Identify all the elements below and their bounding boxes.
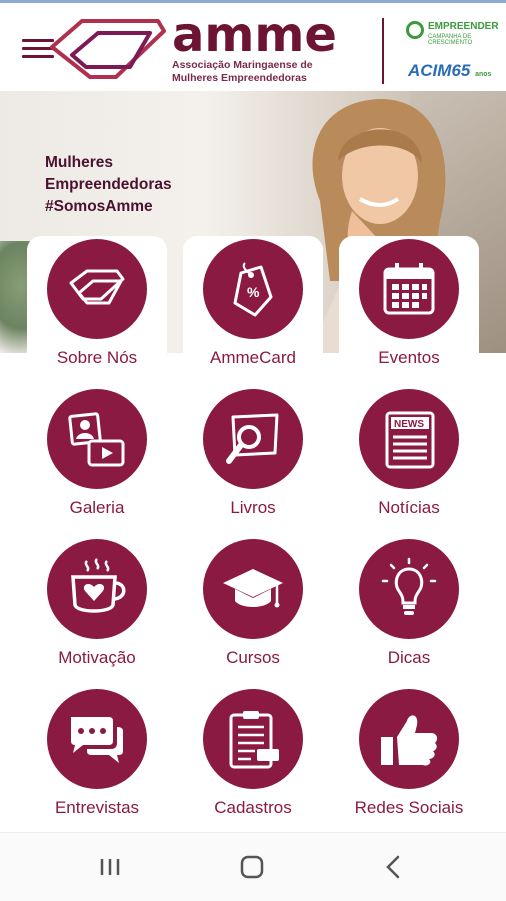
menu-item-circle: %	[203, 239, 303, 339]
brand-name: amme	[172, 7, 337, 63]
amme-logo-icon	[50, 19, 166, 79]
menu-item-circle	[203, 539, 303, 639]
acim-logo: ACIM65 anos	[408, 61, 491, 81]
menu-item-galeria[interactable]: Galeria	[19, 389, 175, 539]
acim-name: ACIM65	[408, 61, 471, 80]
recent-apps-icon	[100, 859, 120, 875]
menu-item-label: Sobre Nós	[56, 348, 138, 367]
heart-cup-icon	[71, 558, 126, 613]
menu-item-entrevistas[interactable]: Entrevistas	[19, 689, 175, 839]
menu-item-label: Eventos	[378, 348, 440, 367]
home-button[interactable]	[232, 849, 272, 885]
menu-item-noticias[interactable]: NEWS Notícias	[331, 389, 487, 539]
graduation-cap-icon	[223, 569, 283, 608]
menu-item-circle	[203, 389, 303, 489]
back-chevron-icon	[386, 855, 400, 879]
menu-item-cadastros[interactable]: Cadastros	[175, 689, 331, 839]
empreender-ring-icon	[406, 21, 424, 39]
menu-item-circle	[47, 689, 147, 789]
menu-item-label: Dicas	[387, 648, 431, 667]
empreender-logo: EMPREENDER CAMPANHA DE CRESCIMENTO	[404, 19, 500, 47]
acim-tag: anos	[475, 71, 492, 78]
menu-item-circle	[47, 389, 147, 489]
menu-item-dicas[interactable]: Dicas	[331, 539, 487, 689]
empreender-name: EMPREENDER	[428, 21, 499, 32]
menu-item-circle	[359, 539, 459, 639]
menu-item-label: AmmeCard	[210, 348, 296, 367]
subtitle-line-1: Associação Maringaense de	[172, 59, 313, 71]
menu-item-label: Entrevistas	[54, 798, 140, 817]
svg-text:%: %	[247, 284, 260, 300]
menu-item-motivacao[interactable]: Motivação	[19, 539, 175, 689]
menu-item-label: Livros	[230, 498, 276, 517]
gallery-icon	[68, 412, 125, 467]
menu-item-cursos[interactable]: Cursos	[175, 539, 331, 689]
calendar-icon	[383, 263, 435, 315]
lightbulb-icon	[381, 557, 437, 615]
hero-line-3: #SomosAmme	[45, 198, 153, 215]
header-divider	[382, 18, 384, 84]
menu-item-circle	[47, 539, 147, 639]
hero-line-1: Mulheres	[45, 154, 114, 171]
menu-item-sobre-nos[interactable]: Sobre Nós	[19, 239, 175, 389]
menu-item-circle	[359, 689, 459, 789]
hero-tagline: Mulheres Empreendedoras #SomosAmme	[45, 152, 172, 218]
menu-item-circle: NEWS	[359, 389, 459, 489]
menu-item-label: Cadastros	[214, 798, 292, 817]
recent-apps-button[interactable]	[90, 849, 130, 885]
chat-bubbles-icon	[71, 717, 123, 763]
subtitle-line-2: Mulheres Empreendedoras	[172, 72, 307, 84]
newspaper-icon: NEWS	[385, 411, 435, 469]
system-navigation-bar	[0, 832, 506, 901]
brand-subtitle: Associação Maringaense de Mulheres Empre…	[172, 59, 313, 85]
menu-item-label: Redes Sociais	[354, 798, 464, 817]
empreender-tag: CAMPANHA DE CRESCIMENTO	[428, 34, 473, 46]
book-search-icon	[226, 413, 279, 464]
hero-line-2: Empreendedoras	[45, 176, 172, 193]
menu-item-label: Galeria	[69, 498, 125, 517]
cards-icon	[69, 269, 125, 305]
menu-item-circle	[47, 239, 147, 339]
back-button[interactable]	[374, 849, 414, 885]
menu-item-circle	[359, 239, 459, 339]
home-icon	[240, 855, 264, 879]
thumbs-up-icon	[381, 715, 438, 766]
menu-item-redes-sociais[interactable]: Redes Sociais	[331, 689, 487, 839]
app-header: amme Associação Maringaense de Mulheres …	[0, 3, 506, 91]
discount-tag-icon: %	[233, 262, 273, 317]
clipboard-icon	[229, 711, 279, 769]
menu-item-livros[interactable]: Livros	[175, 389, 331, 539]
menu-item-label: Cursos	[226, 648, 280, 667]
menu-item-eventos[interactable]: Eventos	[331, 239, 487, 389]
newspaper-icon-text: NEWS	[394, 419, 424, 430]
menu-item-label: Motivação	[58, 648, 136, 667]
menu-item-ammecard[interactable]: % AmmeCard	[175, 239, 331, 389]
menu-item-circle	[203, 689, 303, 789]
menu-item-label: Notícias	[378, 498, 440, 517]
